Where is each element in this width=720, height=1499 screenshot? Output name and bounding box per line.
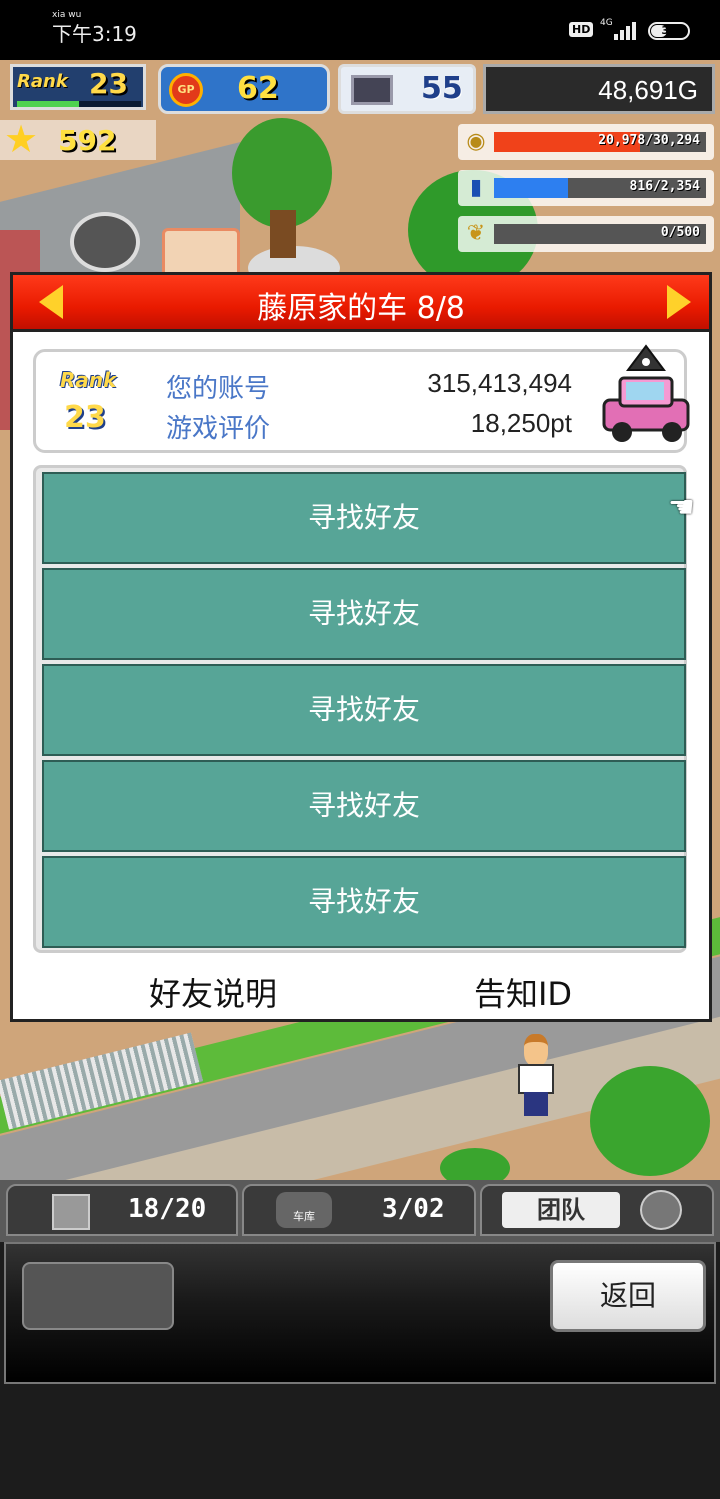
resource-row-fuel: ▮ 816/2,354 — [458, 170, 714, 206]
back-button[interactable]: 返回 — [550, 1260, 706, 1332]
pedestrian-character — [514, 1034, 558, 1118]
screen-bottom — [0, 1384, 720, 1499]
coin-stack-icon: ◉ — [466, 129, 486, 154]
tab-parking[interactable]: 18/20 — [6, 1184, 238, 1236]
tire-sign-icon[interactable] — [70, 212, 140, 272]
team-label: 团队 — [502, 1192, 620, 1228]
resource-text: 20,978/30,294 — [598, 133, 700, 148]
star-value: 592 — [58, 124, 117, 157]
clock: xia wu 下午3:19 — [52, 10, 137, 46]
resource-bar: 816/2,354 — [494, 178, 706, 198]
account-value: 315,413,494 — [427, 368, 572, 398]
find-friend-slot[interactable]: 寻找好友 — [42, 664, 686, 756]
rank-progress-fill — [17, 101, 79, 107]
friend-help-button[interactable]: 好友说明 — [103, 969, 323, 1015]
resource-fill — [494, 178, 569, 198]
pirate-car-icon — [602, 344, 690, 442]
parking-lot-icon — [52, 1194, 90, 1230]
tab-team[interactable]: 团队 — [480, 1184, 714, 1236]
resource-row-coins: ◉ 20,978/30,294 — [458, 124, 714, 160]
gp-value: 62 — [237, 71, 279, 106]
fuel-bottle-icon: ▮ — [469, 175, 483, 200]
pointing-hand-icon: ☚ — [668, 490, 695, 525]
resource-text: 816/2,354 — [629, 179, 700, 194]
battery-level: 39 — [661, 24, 677, 37]
tree-trunk — [270, 210, 296, 258]
rank-progress-bar — [17, 101, 141, 107]
rank-panel[interactable]: Rank 23 — [10, 64, 146, 110]
wheat-icon: ❦ — [466, 221, 486, 246]
gp-coin-icon: GP — [169, 73, 203, 107]
find-friend-slot[interactable]: 寻找好友 — [42, 760, 686, 852]
tab-garage[interactable]: 车库 3/02 — [242, 1184, 476, 1236]
prev-arrow-icon[interactable] — [39, 285, 63, 319]
rating-value: 18,250pt — [470, 408, 572, 438]
resource-bar: 20,978/30,294 — [494, 132, 706, 152]
account-label: 您的账号 — [166, 374, 271, 404]
battery-icon: 39 — [648, 22, 690, 40]
tree — [440, 1148, 510, 1180]
bottom-panel: 返回 — [4, 1242, 716, 1384]
resource-row-wheat: ❦ 0/500 — [458, 216, 714, 252]
account-card: Rank 23 您的账号 游戏评价 315,413,494 18,250pt — [33, 344, 690, 453]
find-friend-slot[interactable]: 寻找好友 — [42, 568, 686, 660]
parking-count: 18/20 — [128, 1194, 207, 1224]
computer-value: 55 — [421, 71, 463, 106]
hd-indicator: HD — [569, 22, 594, 37]
star-panel[interactable]: ★ 592 — [0, 117, 156, 161]
gp-panel[interactable]: GP 62 — [158, 64, 330, 114]
card-rank-label: Rank — [60, 368, 117, 392]
notify-id-button[interactable]: 告知ID — [413, 969, 633, 1015]
gold-panel: 48,691G — [483, 64, 715, 114]
team-avatar-icon — [640, 1190, 682, 1230]
friends-list: 寻找好友 寻找好友 寻找好友 寻找好友 寻找好友 — [33, 465, 687, 953]
dialog-title: 藤原家的车 8/8 — [257, 291, 465, 326]
status-bar: xia wu 下午3:19 HD 4G 39 — [0, 0, 720, 60]
gold-value: 48,691G — [598, 75, 698, 105]
rank-label: Rank — [17, 71, 68, 92]
computer-panel[interactable]: 55 — [338, 64, 476, 114]
network-label: 4G — [600, 18, 613, 28]
empty-slot — [22, 1262, 174, 1330]
garage-icon: 车库 — [276, 1192, 332, 1228]
resource-bar: 0/500 — [494, 224, 706, 244]
next-arrow-icon[interactable] — [667, 285, 691, 319]
resource-text: 0/500 — [660, 225, 700, 240]
find-friend-slot[interactable]: 寻找好友 — [42, 472, 686, 564]
computer-icon — [351, 75, 393, 105]
dialog-header: 藤原家的车 8/8 — [13, 275, 709, 332]
garage-count: 3/02 — [382, 1194, 445, 1224]
garage-label: 车库 — [293, 1210, 315, 1223]
find-friend-slot[interactable]: 寻找好友 — [42, 856, 686, 948]
rank-value: 23 — [89, 67, 128, 100]
team-dialog: 藤原家的车 8/8 Rank 23 您的账号 游戏评价 315,413,494 … — [10, 272, 712, 1022]
card-rank-value: 23 — [64, 400, 106, 435]
signal-icon — [614, 22, 636, 40]
rating-label: 游戏评价 — [166, 414, 271, 444]
tree — [590, 1066, 710, 1176]
star-icon: ★ — [4, 117, 39, 161]
bottom-tab-strip: 18/20 车库 3/02 团队 — [0, 1180, 720, 1242]
